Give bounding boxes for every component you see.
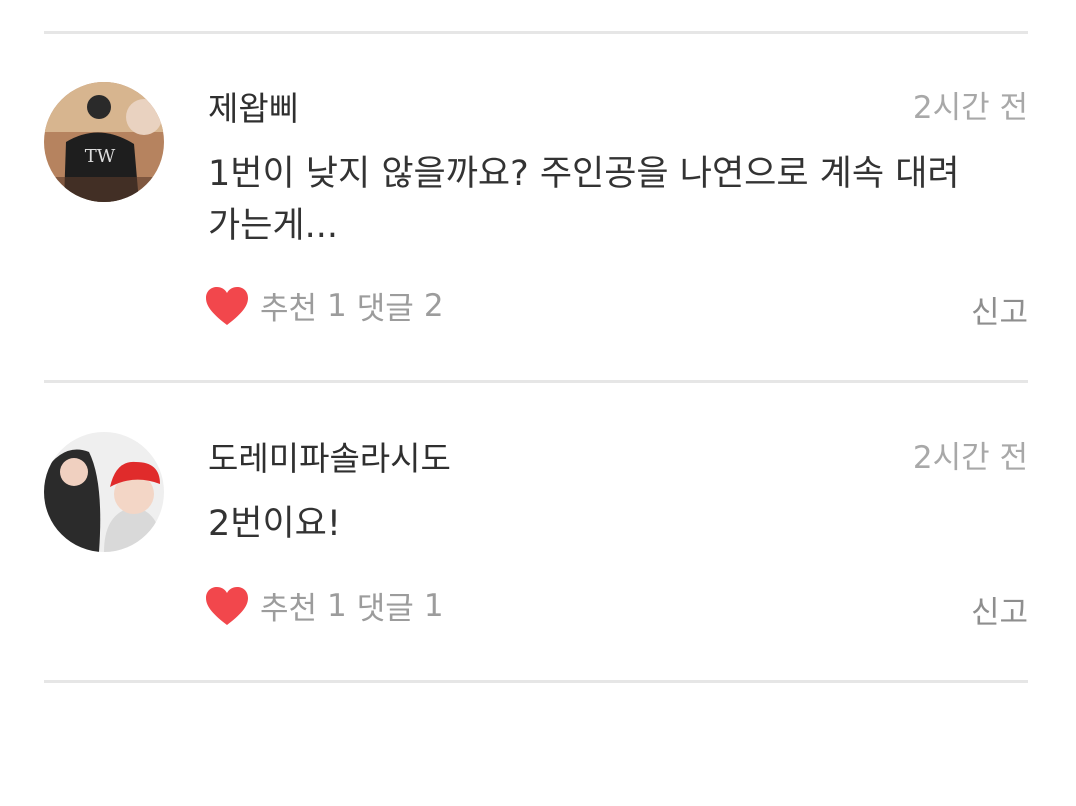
like-count: 1 <box>327 587 347 624</box>
divider-middle <box>44 380 1028 383</box>
user-avatar-photo <box>44 432 164 552</box>
comment-time: 2시간 전 <box>912 440 1028 476</box>
comment-text: 1번이 낮지 않을까요? 주인공을 나연으로 계속 대려가는게... <box>208 154 960 246</box>
avatar[interactable]: TW <box>44 82 164 202</box>
report-button[interactable]: 신고 <box>971 287 1028 332</box>
like-count: 1 <box>327 287 347 324</box>
comment-actions: 추천 1 댓글 1 <box>204 583 444 628</box>
comment-actions: 추천 1 댓글 2 <box>204 283 444 328</box>
comment-author[interactable]: 도레미파솔라시도 <box>208 432 451 480</box>
user-avatar-photo: TW <box>44 82 164 202</box>
heart-icon[interactable] <box>204 585 250 627</box>
like-label[interactable]: 추천 <box>260 283 317 328</box>
divider-bottom <box>44 680 1028 683</box>
avatar[interactable] <box>44 432 164 552</box>
reply-count: 1 <box>423 587 444 624</box>
comment-item: 도레미파솔라시도 2시간 전 2번이요! 추천 1 댓글 1 신고 <box>44 432 1028 652</box>
report-button[interactable]: 신고 <box>971 587 1028 632</box>
comment-time: 2시간 전 <box>912 90 1028 126</box>
like-label[interactable]: 추천 <box>260 583 317 628</box>
svg-text:TW: TW <box>85 146 116 167</box>
divider-top <box>44 31 1028 34</box>
reply-label[interactable]: 댓글 <box>357 283 414 328</box>
heart-icon[interactable] <box>204 285 250 327</box>
comment-author[interactable]: 제왑삐 <box>208 82 299 130</box>
comment-text: 2번이요! <box>208 504 341 544</box>
reply-count: 2 <box>423 287 444 324</box>
reply-label[interactable]: 댓글 <box>357 583 414 628</box>
comment-item: TW 제왑삐 2시간 전 1번이 낮지 않을까요? 주인공을 나연으로 계속 대… <box>44 82 1028 342</box>
